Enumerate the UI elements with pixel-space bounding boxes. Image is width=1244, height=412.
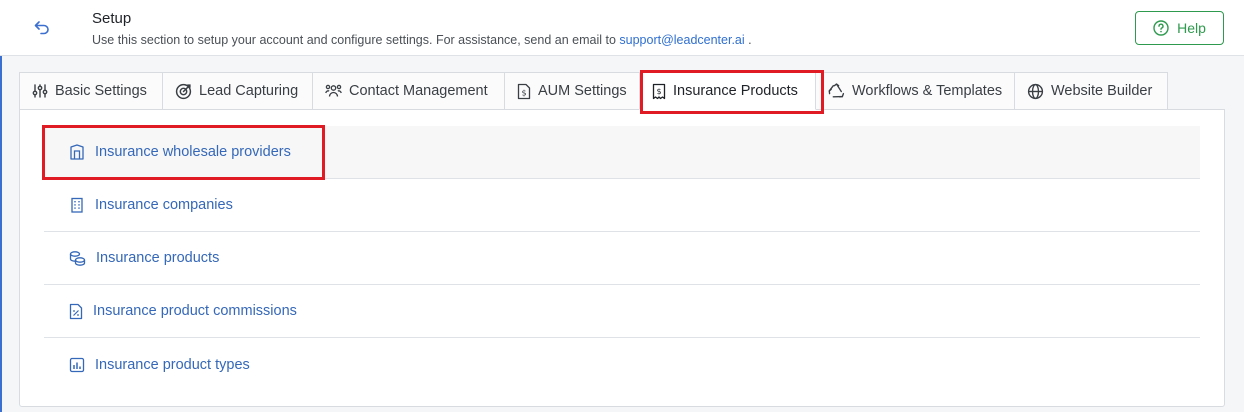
- list-item-label: Insurance wholesale providers: [95, 144, 291, 160]
- tab-label: Lead Capturing: [199, 83, 299, 99]
- building-icon: [70, 144, 84, 160]
- tab-label: AUM Settings: [538, 83, 627, 99]
- support-email-link[interactable]: support@leadcenter.ai: [619, 33, 744, 47]
- recycle-icon: [828, 82, 845, 98]
- page-subtitle: Use this section to setup your account a…: [92, 33, 752, 47]
- tab-basic-settings[interactable]: Basic Settings: [19, 72, 163, 110]
- target-icon: [175, 83, 192, 99]
- svg-text:$: $: [656, 87, 661, 96]
- tab-lead-capturing[interactable]: Lead Capturing: [162, 72, 313, 110]
- globe-icon: [1027, 83, 1044, 99]
- subtitle-suffix: .: [744, 33, 752, 47]
- file-percent-icon: [69, 303, 83, 319]
- undo-arrow-icon: [34, 21, 49, 35]
- office-building-icon: [71, 197, 83, 213]
- tab-label: Insurance Products: [673, 83, 798, 99]
- receipt-dollar-icon: $: [652, 83, 666, 99]
- list-item-label: Insurance product commissions: [93, 303, 297, 319]
- page-header: Setup Use this section to setup your acc…: [0, 0, 1244, 56]
- tab-label: Basic Settings: [55, 83, 147, 99]
- settings-tab-bar: Basic Settings Lead Capturing Contact Ma…: [19, 72, 1168, 110]
- coins-icon: [69, 251, 86, 266]
- left-edge-rule: [0, 0, 2, 412]
- tab-label: Contact Management: [349, 83, 488, 99]
- file-dollar-icon: $: [517, 83, 531, 99]
- back-button[interactable]: [28, 16, 56, 40]
- sliders-icon: [32, 84, 48, 98]
- subtitle-text: Use this section to setup your account a…: [92, 33, 616, 47]
- tab-workflows-templates[interactable]: Workflows & Templates: [815, 72, 1015, 110]
- insurance-products-panel: Insurance wholesale providers Insurance …: [19, 109, 1225, 407]
- tab-contact-management[interactable]: Contact Management: [312, 72, 505, 110]
- chart-bars-icon: [69, 357, 85, 372]
- list-item-label: Insurance products: [96, 250, 220, 266]
- svg-text:$: $: [521, 88, 526, 97]
- page-title: Setup: [92, 10, 132, 27]
- question-circle-icon: [1153, 20, 1169, 36]
- list-item-product-types[interactable]: Insurance product types: [44, 338, 1200, 391]
- insurance-settings-list: Insurance wholesale providers Insurance …: [44, 126, 1200, 391]
- tab-website-builder[interactable]: Website Builder: [1014, 72, 1168, 110]
- tab-aum-settings[interactable]: $ AUM Settings: [504, 72, 640, 110]
- users-icon: [325, 84, 342, 97]
- tab-label: Website Builder: [1051, 83, 1153, 99]
- list-item-companies[interactable]: Insurance companies: [44, 179, 1200, 232]
- tab-insurance-products[interactable]: $ Insurance Products: [639, 72, 816, 110]
- help-button[interactable]: Help: [1135, 11, 1224, 45]
- list-item-wholesale-providers[interactable]: Insurance wholesale providers: [44, 126, 1200, 179]
- list-item-products[interactable]: Insurance products: [44, 232, 1200, 285]
- list-item-product-commissions[interactable]: Insurance product commissions: [44, 285, 1200, 338]
- help-label: Help: [1177, 20, 1206, 36]
- list-item-label: Insurance product types: [95, 356, 250, 373]
- tab-label: Workflows & Templates: [852, 83, 1003, 99]
- list-item-label: Insurance companies: [95, 197, 233, 213]
